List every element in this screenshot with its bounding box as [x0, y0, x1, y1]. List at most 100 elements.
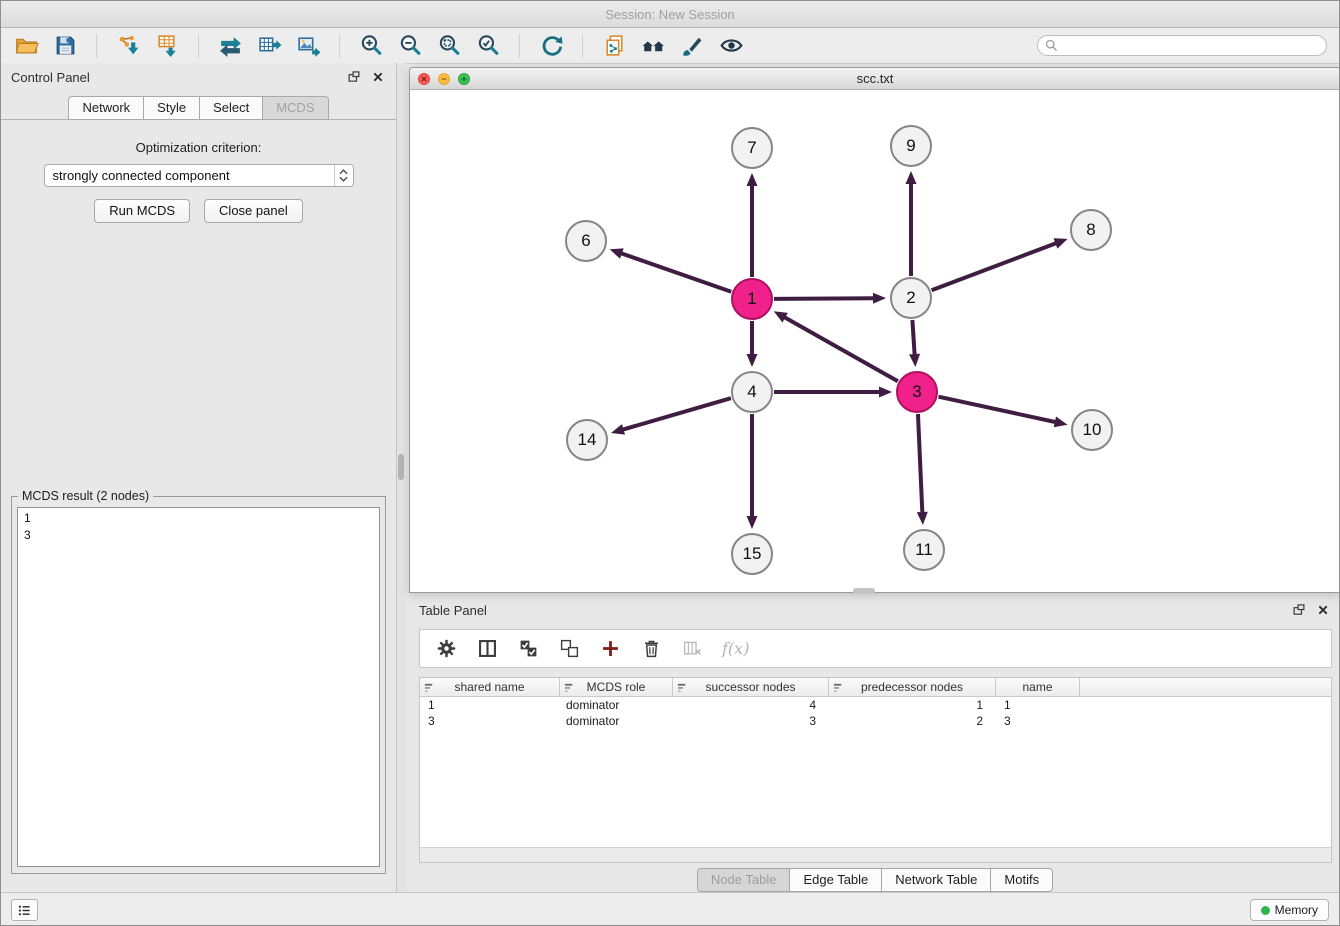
graph-edge-arrowhead — [747, 173, 758, 186]
table-cell[interactable]: 3 — [420, 713, 560, 729]
graph-edge-arrowhead — [747, 516, 758, 529]
window-titlebar: Session: New Session — [1, 1, 1339, 28]
toolbar-separator — [96, 34, 97, 58]
clone-network-icon[interactable] — [599, 32, 629, 60]
mcds-result-item[interactable]: 1 — [18, 510, 379, 527]
float-panel-icon[interactable] — [1291, 602, 1307, 618]
close-panel-icon[interactable] — [1315, 602, 1331, 618]
mcds-result-item[interactable]: 3 — [18, 527, 379, 544]
gear-icon[interactable] — [433, 636, 459, 662]
column-header-successor-nodes[interactable]: successor nodes — [673, 678, 829, 697]
zoom-in-icon[interactable] — [356, 32, 386, 60]
delete-row-icon[interactable] — [638, 636, 664, 662]
table-cell[interactable]: 3 — [673, 713, 829, 729]
control-panel: Control Panel Network Style Select MCDS … — [1, 63, 397, 892]
tab-select[interactable]: Select — [200, 96, 263, 120]
column-header-shared-name[interactable]: shared name — [420, 678, 560, 697]
zoom-out-icon[interactable] — [395, 32, 425, 60]
import-table-icon[interactable] — [152, 32, 182, 60]
graph-node-6[interactable]: 6 — [565, 220, 607, 262]
graph-edge-3-1[interactable] — [783, 317, 897, 382]
delete-column-icon[interactable] — [679, 636, 705, 662]
tab-network[interactable]: Network — [68, 96, 144, 120]
graph-node-15[interactable]: 15 — [731, 533, 773, 575]
column-header-predecessor-nodes[interactable]: predecessor nodes — [829, 678, 996, 697]
float-panel-icon[interactable] — [346, 69, 362, 85]
graph-edge-arrowhead — [611, 424, 625, 435]
graph-node-8[interactable]: 8 — [1070, 209, 1112, 251]
criterion-dropdown[interactable]: strongly connected component — [44, 164, 354, 187]
network-canvas[interactable]: 7 9 6 8 1 2 4 3 14 10 15 11 — [410, 90, 1340, 592]
graph-edge-3-10[interactable] — [938, 397, 1056, 423]
export-image-icon[interactable] — [293, 32, 323, 60]
graph-node-10[interactable]: 10 — [1071, 409, 1113, 451]
open-session-icon[interactable] — [11, 32, 41, 60]
tab-mcds[interactable]: MCDS — [263, 96, 328, 120]
select-all-icon[interactable] — [515, 636, 541, 662]
tab-network-table[interactable]: Network Table — [882, 868, 991, 892]
task-history-button[interactable] — [11, 899, 38, 921]
graph-node-11[interactable]: 11 — [903, 529, 945, 571]
table-cell[interactable]: 1 — [829, 697, 996, 713]
table-cell[interactable]: dominator — [560, 697, 673, 713]
column-header-mcds-role[interactable]: MCDS role — [560, 678, 673, 697]
status-bar: Memory — [1, 892, 1339, 926]
graph-edge-2-8[interactable] — [932, 243, 1058, 291]
graph-edge-3-11[interactable] — [918, 414, 922, 514]
toolbar-separator — [582, 34, 583, 58]
table-cell[interactable]: 1 — [420, 697, 560, 713]
tab-node-table[interactable]: Node Table — [697, 868, 791, 892]
graph-edge-1-2[interactable] — [774, 298, 875, 299]
zoom-fit-icon[interactable] — [434, 32, 464, 60]
tab-style[interactable]: Style — [144, 96, 200, 120]
sort-icon — [677, 682, 688, 693]
home-view-icon[interactable] — [638, 32, 668, 60]
tab-motifs[interactable]: Motifs — [991, 868, 1053, 892]
refresh-icon[interactable] — [536, 32, 566, 60]
table-row[interactable]: 3dominator323 — [420, 713, 1331, 729]
table-cell[interactable]: 1 — [996, 697, 1080, 713]
graph-edge-arrowhead — [873, 293, 886, 304]
memory-button[interactable]: Memory — [1250, 899, 1329, 921]
add-row-icon[interactable] — [597, 636, 623, 662]
save-session-icon[interactable] — [50, 32, 80, 60]
close-panel-button[interactable]: Close panel — [204, 199, 303, 223]
panel-divider-handle[interactable] — [398, 454, 404, 480]
graph-node-7[interactable]: 7 — [731, 127, 773, 169]
zoom-selected-icon[interactable] — [473, 32, 503, 60]
run-mcds-button[interactable]: Run MCDS — [94, 199, 190, 223]
graph-node-2[interactable]: 2 — [890, 277, 932, 319]
table-horizontal-scrollbar[interactable] — [420, 847, 1331, 862]
style-brush-icon[interactable] — [677, 32, 707, 60]
show-hide-icon[interactable] — [716, 32, 746, 60]
table-cell[interactable]: dominator — [560, 713, 673, 729]
search-icon — [1045, 39, 1058, 52]
mcds-result-box: MCDS result (2 nodes) 13 — [11, 496, 386, 874]
graph-node-4[interactable]: 4 — [731, 371, 773, 413]
tab-edge-table[interactable]: Edge Table — [790, 868, 882, 892]
column-selector-icon[interactable] — [474, 636, 500, 662]
graph-node-9[interactable]: 9 — [890, 125, 932, 167]
table-cell[interactable]: 3 — [996, 713, 1080, 729]
graph-edge-4-14[interactable] — [622, 398, 731, 430]
graph-edge-1-6[interactable] — [620, 253, 731, 292]
column-header-name[interactable]: name — [996, 678, 1080, 697]
graph-node-1[interactable]: 1 — [731, 278, 773, 320]
close-panel-icon[interactable] — [370, 69, 386, 85]
table-empty-area — [420, 729, 1331, 847]
table-cell[interactable]: 2 — [829, 713, 996, 729]
table-row[interactable]: 1dominator411 — [420, 697, 1331, 713]
network-arrows-icon[interactable] — [215, 32, 245, 60]
import-network-icon[interactable] — [113, 32, 143, 60]
graph-edge-2-3[interactable] — [912, 320, 914, 356]
mcds-result-list[interactable]: 13 — [17, 507, 380, 867]
search-input[interactable] — [1062, 38, 1326, 54]
export-table-icon[interactable] — [254, 32, 284, 60]
graph-node-14[interactable]: 14 — [566, 419, 608, 461]
search-box[interactable] — [1037, 35, 1327, 56]
function-builder-icon[interactable]: f(x) — [720, 639, 749, 658]
splitter-handle[interactable] — [853, 588, 875, 594]
deselect-all-icon[interactable] — [556, 636, 582, 662]
table-cell[interactable]: 4 — [673, 697, 829, 713]
graph-node-3[interactable]: 3 — [896, 371, 938, 413]
